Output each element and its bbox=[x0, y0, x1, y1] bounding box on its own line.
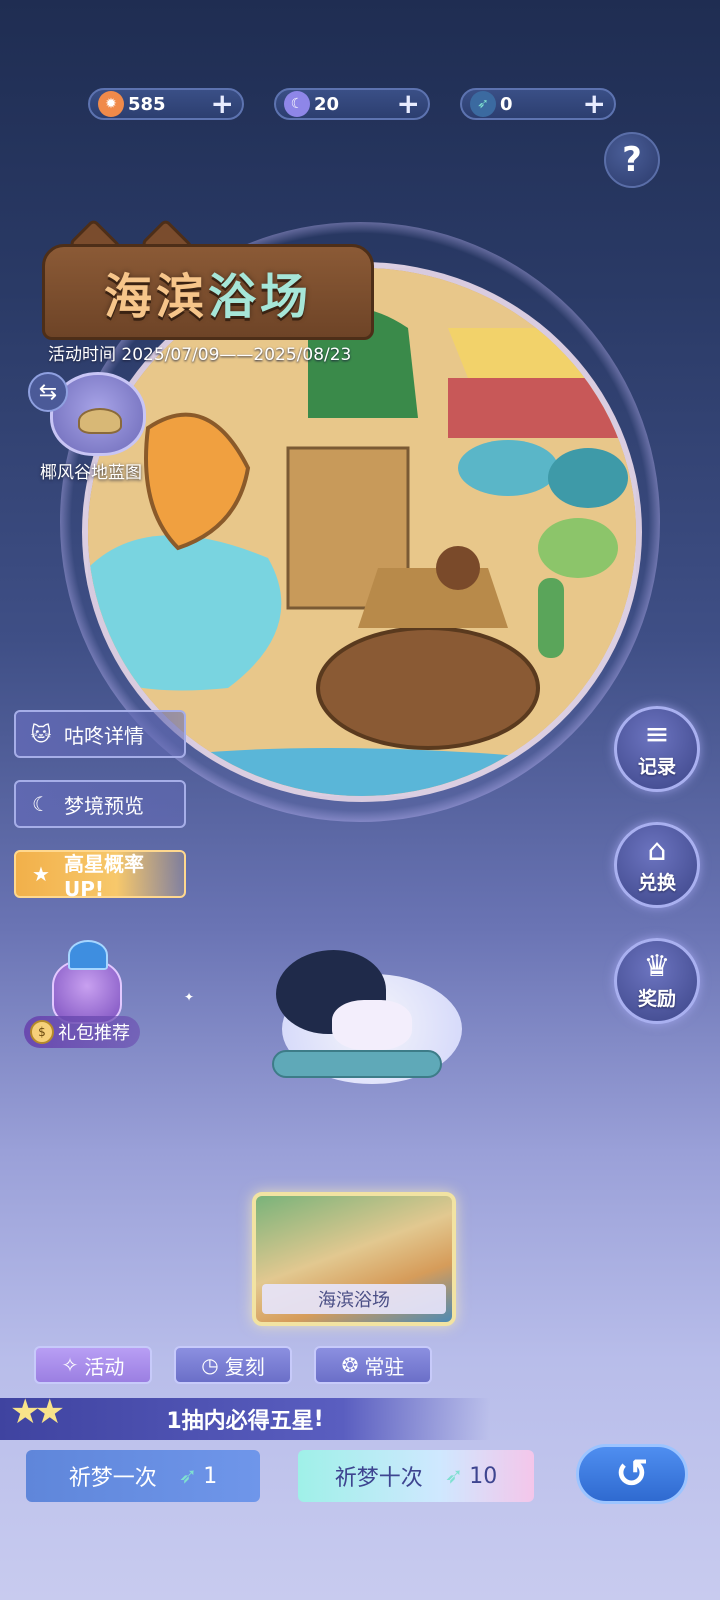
rewards-label: 奖励 bbox=[637, 987, 676, 1010]
sun-coin-value: 585 bbox=[128, 93, 166, 115]
bamboo-pillow bbox=[272, 1050, 442, 1078]
feather-value: 0 bbox=[500, 93, 513, 115]
coconut bbox=[436, 546, 480, 590]
feather-icon: ➶ bbox=[470, 91, 496, 117]
coin-bag-icon: $ bbox=[30, 1020, 54, 1044]
swirl-icon: ❂ bbox=[341, 1353, 359, 1377]
tab-rerun-label: 复刻 bbox=[224, 1354, 265, 1379]
draw-ten-label: 祈梦十次 bbox=[334, 1466, 423, 1491]
tab-event[interactable]: ✧ 活动 bbox=[34, 1346, 152, 1384]
pool-card-label: 海滨浴场 bbox=[262, 1284, 446, 1314]
high-star-rate-up-button[interactable]: ★ 高星概率UP! bbox=[14, 850, 186, 901]
add-moon-gem-button[interactable]: + bbox=[397, 90, 420, 118]
draw-once-button[interactable]: 祈梦一次 ➶ 1 bbox=[26, 1450, 260, 1502]
add-sun-coin-button[interactable]: + bbox=[211, 90, 234, 118]
event-title-part2: 浴场 bbox=[208, 269, 313, 325]
tab-event-label: 活动 bbox=[84, 1354, 125, 1379]
event-time: 活动时间 2025/07/09——2025/08/23 bbox=[48, 345, 352, 365]
reward-icon: ♛ bbox=[643, 948, 671, 984]
high-star-rate-up-label: 高星概率UP! bbox=[64, 851, 144, 901]
currency-pill-moon: ☾ 20 + bbox=[274, 88, 430, 120]
draw-ten-button[interactable]: 祈梦十次 ➶ 10 bbox=[298, 1450, 534, 1502]
lamp-blueprint-icon bbox=[78, 408, 122, 434]
moon-card-icon: ☾ bbox=[32, 792, 50, 816]
currency-pill-sun: ✹ 585 + bbox=[88, 88, 244, 120]
blueprint-label: 椰风谷地蓝图 bbox=[40, 463, 142, 483]
tab-permanent-label: 常驻 bbox=[364, 1354, 405, 1379]
records-label: 记录 bbox=[637, 755, 676, 778]
stars-icon: ★★ bbox=[10, 1392, 65, 1432]
draw-ten-cost: 10 bbox=[469, 1463, 498, 1489]
event-title: 海滨浴场 bbox=[104, 257, 312, 327]
sparkle-icon: ✦ bbox=[184, 990, 195, 1004]
cat-icon: 🐱 bbox=[30, 722, 52, 746]
gift-recommend-label: 礼包推荐 bbox=[58, 1023, 130, 1044]
tab-rerun[interactable]: ◷ 复刻 bbox=[174, 1346, 292, 1384]
swap-icon[interactable]: ⇆ bbox=[28, 372, 68, 412]
gift-recommend-label-pill[interactable]: $ 礼包推荐 bbox=[24, 1016, 140, 1048]
pool-card-seaside-bath[interactable]: 海滨浴场 bbox=[252, 1192, 456, 1326]
float-ring bbox=[458, 440, 558, 496]
gudong-details-button[interactable]: 🐱 咕咚详情 bbox=[14, 710, 186, 758]
guarantee-highlight: 五星 bbox=[269, 1409, 314, 1434]
gudong-details-label: 咕咚详情 bbox=[64, 723, 144, 748]
clock-icon: ◷ bbox=[201, 1353, 219, 1377]
event-title-board: 海滨浴场 bbox=[42, 218, 374, 340]
sparkle-hand-icon: ✧ bbox=[61, 1353, 79, 1377]
round-bar bbox=[316, 626, 540, 750]
event-title-part1: 海滨 bbox=[103, 269, 208, 325]
dream-preview-label: 梦境预览 bbox=[64, 793, 144, 818]
gift-bow-icon bbox=[68, 940, 108, 970]
sun-coin-icon: ✹ bbox=[98, 91, 124, 117]
exchange-button[interactable]: ⌂ 兑换 bbox=[614, 822, 700, 908]
records-button[interactable]: ≡ 记录 bbox=[614, 706, 700, 792]
moon-gem-value: 20 bbox=[314, 93, 340, 115]
character-face bbox=[332, 1000, 412, 1050]
dream-preview-button[interactable]: ☾ 梦境预览 bbox=[14, 780, 186, 828]
star-icon: ★ bbox=[32, 862, 50, 886]
tab-permanent[interactable]: ❂ 常驻 bbox=[314, 1346, 432, 1384]
guarantee-prefix: 1抽内必得 bbox=[166, 1409, 270, 1434]
guarantee-suffix: ! bbox=[313, 1406, 324, 1432]
exchange-label: 兑换 bbox=[637, 871, 676, 894]
moon-gem-icon: ☾ bbox=[284, 91, 310, 117]
feather-icon: ➶ bbox=[444, 1463, 464, 1489]
draw-once-label: 祈梦一次 bbox=[68, 1466, 157, 1491]
blueprint-selector[interactable]: ⇆ bbox=[28, 368, 156, 460]
back-arrow-icon: ↺ bbox=[615, 1451, 649, 1497]
currency-pill-feather: ➶ 0 + bbox=[460, 88, 616, 120]
guarantee-banner: ★★ 1抽内必得 五星! bbox=[0, 1392, 490, 1440]
thatch-roof bbox=[358, 568, 508, 628]
rewards-button[interactable]: ♛ 奖励 bbox=[614, 938, 700, 1024]
avocado-chair bbox=[538, 518, 618, 578]
back-button[interactable]: ↺ bbox=[576, 1444, 688, 1504]
draw-once-cost: 1 bbox=[203, 1463, 218, 1489]
feather-icon: ➶ bbox=[178, 1463, 198, 1489]
help-button[interactable]: ? bbox=[604, 132, 660, 188]
dotted-cushion bbox=[548, 448, 628, 508]
cactus bbox=[538, 578, 564, 658]
sleeping-character bbox=[262, 950, 462, 1100]
add-feather-button[interactable]: + bbox=[583, 90, 606, 118]
fish-list-icon: ≡ bbox=[644, 716, 670, 752]
shop-icon: ⌂ bbox=[647, 832, 667, 868]
